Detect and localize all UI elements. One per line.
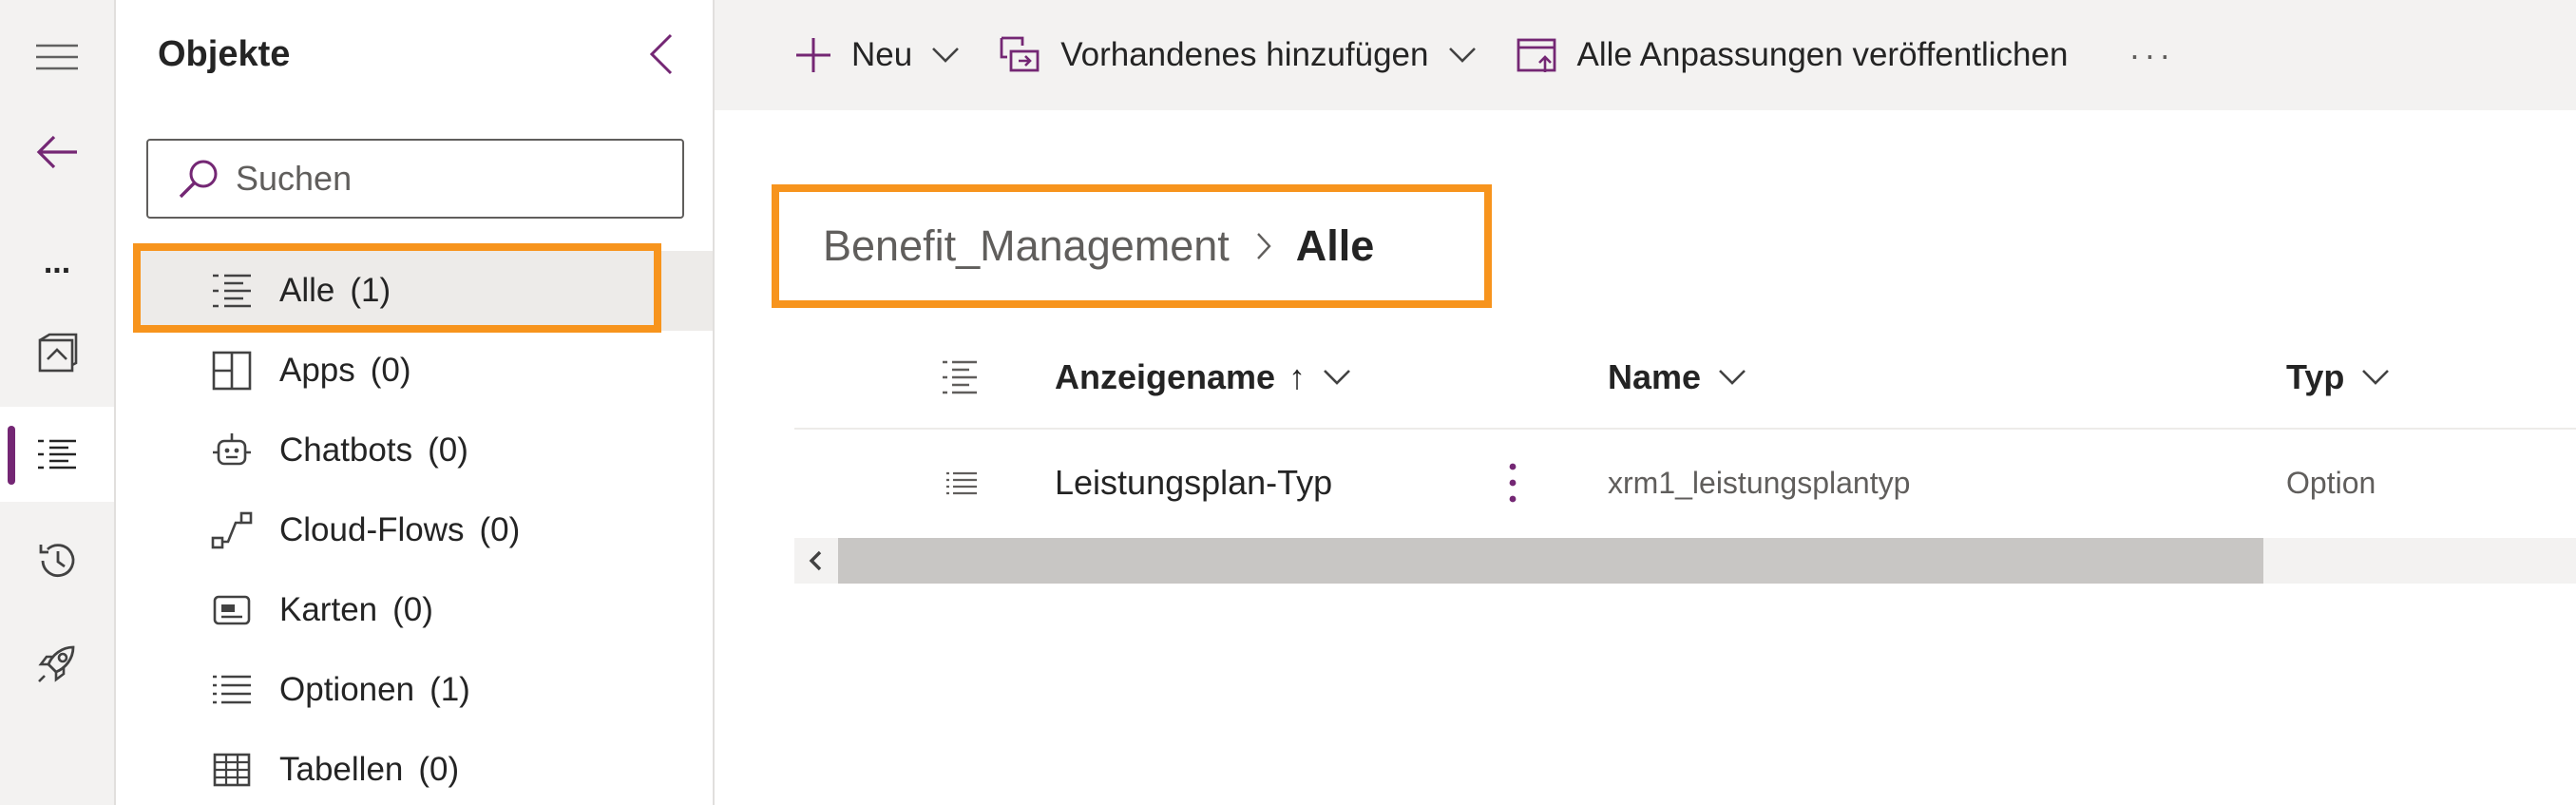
row-more-options-button[interactable] [1507, 430, 1518, 536]
nav-item-tabellen[interactable]: Tabellen (0) [135, 730, 713, 805]
nav-item-label: Chatbots (0) [279, 431, 468, 469]
arrow-left-icon [36, 135, 77, 169]
breadcrumb: Benefit_Management Alle [772, 184, 1492, 308]
highlight-box-alle [133, 243, 661, 333]
nav-item-karten[interactable]: Karten (0) [135, 570, 713, 650]
history-icon [39, 544, 75, 577]
command-bar: Neu Vorhandenes hinzufügen Alle Anpassun… [715, 0, 2576, 110]
nav-item-apps[interactable]: Apps (0) [135, 331, 713, 411]
more-commands-button[interactable]: ··· [2128, 0, 2174, 110]
chevron-down-icon [1448, 48, 1476, 63]
solutions-button[interactable] [0, 306, 114, 401]
new-button[interactable]: Neu [794, 0, 960, 110]
rail-more-button[interactable]: ... [0, 215, 114, 310]
horizontal-scrollbar[interactable] [794, 538, 2576, 584]
column-header-type[interactable]: Typ [2286, 344, 2390, 411]
column-header-name[interactable]: Name [1608, 344, 1746, 411]
column-header-label: Typ [2286, 357, 2345, 396]
row-display-name[interactable]: Leistungsplan-Typ [1055, 430, 1332, 536]
left-rail: ... [0, 0, 116, 805]
add-existing-label: Vorhandenes hinzufügen [1060, 36, 1429, 73]
breadcrumb-parent[interactable]: Benefit_Management [823, 221, 1230, 271]
history-button[interactable] [0, 513, 114, 608]
chevron-down-icon [1719, 370, 1746, 385]
chevron-down-icon [2362, 370, 2390, 385]
panel-title: Objekte [158, 34, 291, 74]
flow-icon [211, 511, 253, 549]
list-icon [946, 471, 977, 495]
plus-icon [796, 38, 830, 72]
nav-item-chatbots[interactable]: Chatbots (0) [135, 411, 713, 490]
column-header-label: Name [1608, 357, 1702, 396]
table-row[interactable]: Leistungsplan-Typ xrm1_leistungsplantyp … [794, 430, 2576, 536]
objects-button[interactable] [0, 407, 114, 502]
row-name: xrm1_leistungsplantyp [1608, 465, 1911, 500]
apps-icon [212, 351, 252, 391]
nav-item-label: Apps (0) [279, 352, 411, 389]
card-icon [213, 595, 251, 625]
add-existing-button[interactable]: Vorhandenes hinzufügen [1000, 0, 1476, 110]
search-box[interactable] [146, 139, 684, 219]
row-type-icon [945, 430, 979, 536]
sort-ascending-icon: ↑ [1288, 357, 1307, 396]
list-icon [213, 675, 251, 704]
chevron-right-icon [1256, 233, 1271, 259]
scrollbar-thumb[interactable] [838, 538, 2263, 584]
nav-item-label: Cloud-Flows (0) [279, 511, 521, 548]
back-button[interactable] [0, 105, 114, 200]
nav-item-label: Optionen (1) [279, 671, 470, 708]
nav-item-optionen[interactable]: Optionen (1) [135, 650, 713, 730]
nav-item-label: Tabellen (0) [279, 751, 460, 788]
column-type-icon-header[interactable] [941, 344, 979, 411]
publish-all-label: Alle Anpassungen veröffentlichen [1576, 36, 2069, 73]
chevron-down-icon [932, 48, 960, 63]
column-header-label: Anzeigename [1055, 357, 1276, 396]
search-input[interactable] [236, 159, 654, 199]
table-icon [213, 753, 251, 787]
hamburger-icon [36, 44, 78, 70]
active-indicator [8, 426, 15, 485]
bot-icon [213, 433, 251, 466]
chevron-down-icon [1324, 370, 1350, 385]
list-detail-icon [943, 360, 977, 394]
rocket-icon [38, 645, 75, 682]
publish-all-button[interactable]: Alle Anpassungen veröffentlichen [1517, 0, 2069, 110]
solutions-icon [38, 333, 78, 373]
scroll-left-button[interactable] [794, 538, 836, 584]
nav-item-label: Karten (0) [279, 591, 433, 628]
breadcrumb-current: Alle [1295, 221, 1375, 270]
column-header-display-name[interactable]: Anzeigename ↑ [1055, 344, 1351, 411]
publish-icon [1517, 38, 1555, 72]
chevron-left-icon [809, 550, 822, 571]
chevron-left-icon [650, 33, 673, 75]
list-detail-icon [38, 439, 76, 470]
deploy-button[interactable] [0, 616, 114, 711]
objects-panel: Objekte Alle(1) Apps(0) Chatbots(0) Clou… [116, 0, 715, 805]
search-icon [179, 160, 218, 199]
collapse-panel-button[interactable] [640, 29, 682, 80]
more-vertical-icon [1509, 463, 1517, 503]
add-existing-icon [1000, 36, 1040, 72]
new-button-label: Neu [851, 36, 913, 73]
row-type: Option [2286, 465, 2376, 500]
hamburger-menu-button[interactable] [0, 10, 114, 105]
nav-item-cloud-flows[interactable]: Cloud-Flows (0) [135, 490, 713, 570]
